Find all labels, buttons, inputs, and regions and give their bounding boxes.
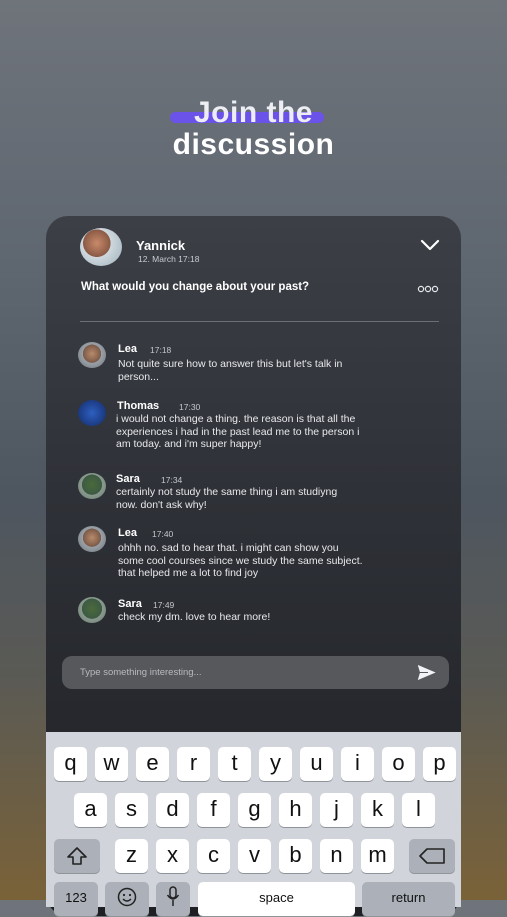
author-avatar[interactable] [80,228,122,266]
key-f[interactable]: f [197,793,230,827]
key-k[interactable]: k [361,793,394,827]
comment-time: 17:40 [152,529,174,539]
comment-time: 17:34 [161,475,183,485]
chevron-down-icon[interactable] [420,238,440,252]
avatar[interactable] [78,597,106,623]
comment-line: am today. and i'm super happy! [116,438,262,450]
post-question: What would you change about your past? [81,281,310,293]
key-y[interactable]: y [259,747,292,781]
comment-author[interactable]: Thomas [117,400,159,412]
key-g[interactable]: g [238,793,271,827]
key-r[interactable]: r [177,747,210,781]
comment-line: now. don't ask why! [116,498,207,511]
key-s[interactable]: s [115,793,148,827]
numbers-key[interactable]: 123 [54,882,98,916]
post-date: 12. March 17:18 [138,254,200,264]
key-d[interactable]: d [156,793,189,827]
return-key[interactable]: return [362,882,455,916]
key-i[interactable]: i [341,747,374,781]
emoji-icon [117,887,137,907]
comment-time: 17:18 [150,345,172,355]
avatar[interactable] [78,342,106,368]
comment-author[interactable]: Lea [118,343,137,355]
comment-text: i would not change a thing. the reason i… [116,413,416,451]
comment-line: ohhh no. sad to hear that. i might can s… [118,542,339,554]
key-o[interactable]: o [382,747,415,781]
comment-line: Not quite sure how to answer this but le… [118,358,343,370]
key-a[interactable]: a [74,793,107,827]
microphone-key[interactable] [156,882,190,916]
headline-line-1: Join the [193,96,313,129]
divider [80,321,439,322]
avatar[interactable] [78,473,106,499]
shift-icon [67,847,87,865]
comment-line: some cool courses since we study the sam… [118,554,363,567]
key-t[interactable]: t [218,747,251,781]
key-b[interactable]: b [279,839,312,873]
comment-line: check my dm. love to hear more! [118,611,271,623]
keyboard: q w e r t y u i o p a s d f g h j k l z … [46,732,461,916]
comment-line: person... [118,370,159,383]
avatar[interactable] [78,400,106,426]
comment-author[interactable]: Lea [118,527,137,539]
headline-line-2: discussion [172,128,335,161]
more-options-icon[interactable] [417,285,439,293]
key-w[interactable]: w [95,747,128,781]
emoji-key[interactable] [105,882,149,916]
key-e[interactable]: e [136,747,169,781]
key-v[interactable]: v [238,839,271,873]
shift-key[interactable] [54,839,100,873]
comment-input-placeholder: Type something interesting... [80,667,202,678]
key-p[interactable]: p [423,747,456,781]
comment-text: certainly not study the same thing i am … [116,486,416,511]
comment-time: 17:49 [153,600,175,610]
key-x[interactable]: x [156,839,189,873]
comment-line: that helped me a lot to find joy [118,567,259,579]
key-l[interactable]: l [402,793,435,827]
comment-time: 17:30 [179,402,201,412]
key-q[interactable]: q [54,747,87,781]
key-h[interactable]: h [279,793,312,827]
key-c[interactable]: c [197,839,230,873]
comment-author[interactable]: Sara [116,473,140,485]
key-j[interactable]: j [320,793,353,827]
key-u[interactable]: u [300,747,333,781]
send-icon[interactable] [416,663,438,682]
comment-author[interactable]: Sara [118,598,142,610]
author-name[interactable]: Yannick [136,238,185,253]
comment-line: experiences i had in the past lead me to… [116,425,360,438]
comment-input[interactable]: Type something interesting... [62,656,449,689]
comment-text: check my dm. love to hear more! [118,611,418,624]
comment-text: ohhh no. sad to hear that. i might can s… [118,542,418,580]
key-m[interactable]: m [361,839,394,873]
delete-icon [419,848,445,864]
microphone-icon [166,886,180,906]
comment-line: certainly not study the same thing i am … [116,486,338,498]
space-key[interactable]: space [198,882,355,916]
comment-text: Not quite sure how to answer this but le… [118,358,418,383]
comment-line: i would not change a thing. the reason i… [116,413,356,425]
avatar[interactable] [78,526,106,552]
key-z[interactable]: z [115,839,148,873]
delete-key[interactable] [409,839,455,873]
key-n[interactable]: n [320,839,353,873]
